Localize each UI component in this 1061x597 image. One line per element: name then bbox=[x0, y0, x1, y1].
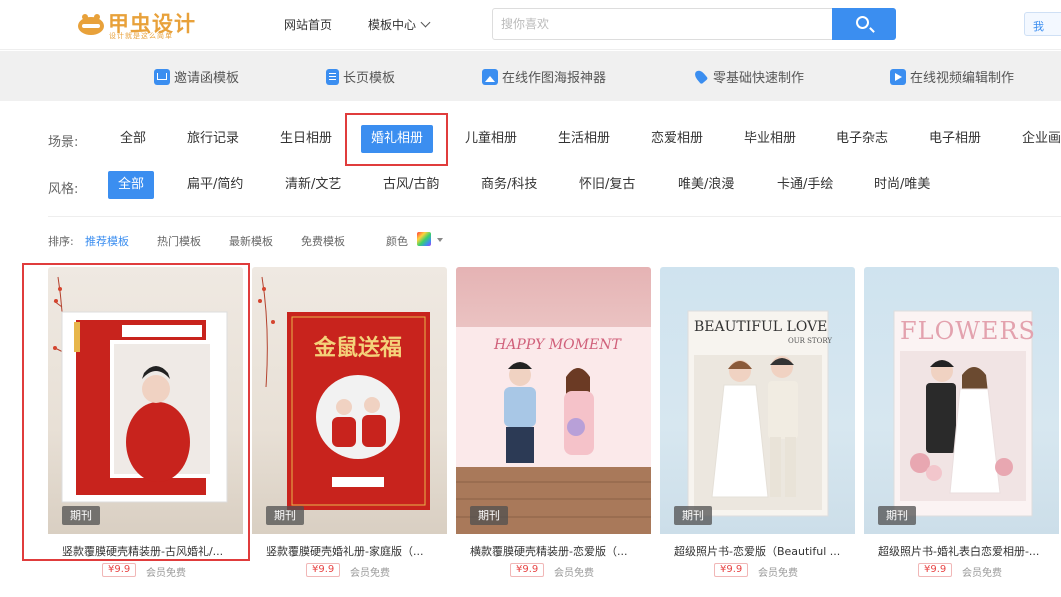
caret-down-icon[interactable] bbox=[437, 238, 443, 242]
scene-option[interactable]: 旅行记录 bbox=[177, 125, 249, 153]
search-box bbox=[492, 8, 896, 40]
style-filter-label: 风格: bbox=[48, 182, 79, 197]
scene-option[interactable]: 生日相册 bbox=[270, 125, 342, 153]
band-item-longpage[interactable]: 长页模板 bbox=[326, 67, 395, 86]
card-thumbnail[interactable]: BEAUTIFUL LOVE OUR STORY 期刊 bbox=[660, 267, 855, 534]
color-filter-label: 颜色 bbox=[386, 235, 408, 248]
thumbnail-title: BEAUTIFUL LOVE bbox=[694, 319, 828, 335]
color-picker-swatch[interactable] bbox=[417, 232, 431, 246]
card-thumbnail[interactable]: FLOWERS 期刊 bbox=[864, 267, 1059, 534]
thumbnail-art bbox=[258, 276, 430, 510]
search-icon bbox=[856, 16, 869, 29]
card-title[interactable]: 竖款覆膜硬壳婚礼册-家庭版（... bbox=[266, 543, 438, 559]
card-tag: 期刊 bbox=[878, 506, 916, 525]
scene-filter-label: 场景: bbox=[48, 135, 79, 150]
band-item-invitation[interactable]: 邀请函模板 bbox=[154, 67, 239, 86]
card-thumbnail[interactable]: 金鼠送福 期刊 bbox=[252, 267, 447, 534]
template-card[interactable]: FLOWERS 期刊 超级照片书-婚礼表白恋爱相册-... ¥9.9 会员免费 bbox=[864, 267, 1059, 597]
template-card[interactable]: 金鼠送福 期刊 竖款覆膜硬壳婚礼册-家庭版（... ¥9.9 会员免费 bbox=[252, 267, 447, 597]
band-item-quick[interactable]: 零基础快速制作 bbox=[693, 67, 804, 86]
scene-option[interactable]: 儿童相册 bbox=[455, 125, 527, 153]
style-option[interactable]: 卡通/手绘 bbox=[767, 171, 843, 199]
video-icon bbox=[890, 68, 906, 85]
thumbnail-title: 金鼠送福 bbox=[314, 335, 403, 361]
style-option[interactable]: 扁平/简约 bbox=[177, 171, 253, 199]
card-price: ¥9.9 bbox=[306, 563, 341, 577]
band-item-label: 在线视频编辑制作 bbox=[910, 71, 1015, 86]
rocket-icon bbox=[693, 69, 709, 85]
beetle-logo-icon bbox=[78, 14, 104, 35]
style-option[interactable]: 唯美/浪漫 bbox=[668, 171, 744, 199]
search-input[interactable] bbox=[501, 9, 831, 39]
card-member-note: 会员免费 bbox=[962, 568, 1002, 579]
band-item-label: 长页模板 bbox=[343, 71, 396, 86]
card-highlight-box bbox=[22, 263, 250, 561]
sort-option-selected[interactable]: 推荐模板 bbox=[85, 233, 129, 249]
sort-option[interactable]: 免费模板 bbox=[301, 233, 345, 249]
thumbnail-title: HAPPY MOMENT bbox=[494, 337, 621, 353]
thumbnail-art bbox=[893, 310, 1033, 517]
scene-option[interactable]: 企业画 bbox=[1012, 125, 1061, 153]
scene-option[interactable]: 电子杂志 bbox=[826, 125, 898, 153]
card-price: ¥9.9 bbox=[510, 563, 545, 577]
selection-highlight-box bbox=[345, 113, 448, 166]
band-item-poster[interactable]: 在线作图海报神器 bbox=[482, 67, 606, 86]
scene-option[interactable]: 毕业相册 bbox=[734, 125, 806, 153]
card-price: ¥9.9 bbox=[102, 563, 137, 577]
thumbnail-subtitle: OUR STORY bbox=[788, 337, 833, 345]
card-tag: 期刊 bbox=[674, 506, 712, 525]
nav-templates-label: 模板中心 bbox=[368, 18, 417, 32]
scene-option[interactable]: 恋爱相册 bbox=[641, 125, 713, 153]
card-thumbnail[interactable]: HAPPY MOMENT 期刊 bbox=[456, 267, 651, 534]
card-tag: 期刊 bbox=[470, 506, 508, 525]
scene-option[interactable]: 电子相册 bbox=[919, 125, 991, 153]
card-price: ¥9.9 bbox=[714, 563, 749, 577]
card-member-note: 会员免费 bbox=[146, 568, 186, 579]
scene-option[interactable]: 生活相册 bbox=[548, 125, 620, 153]
feature-band: 邀请函模板 长页模板 在线作图海报神器 零基础快速制作 在线视频编辑制作 bbox=[0, 51, 1061, 101]
sort-label: 排序: bbox=[48, 235, 74, 248]
card-title[interactable]: 超级照片书-恋爱版（Beautiful ... bbox=[674, 543, 846, 559]
card-price: ¥9.9 bbox=[918, 563, 953, 577]
chevron-down-icon bbox=[420, 17, 431, 28]
card-member-note: 会员免费 bbox=[758, 568, 798, 579]
card-title[interactable]: 横款覆膜硬壳精装册-恋爱版（... bbox=[470, 543, 642, 559]
user-button-label: 我 bbox=[1033, 20, 1044, 33]
style-option[interactable]: 古风/古韵 bbox=[373, 171, 449, 199]
sort-option[interactable]: 热门模板 bbox=[157, 233, 201, 249]
style-option-selected[interactable]: 全部 bbox=[108, 171, 155, 199]
style-option[interactable]: 时尚/唯美 bbox=[864, 171, 940, 199]
card-tag: 期刊 bbox=[266, 506, 304, 525]
style-option[interactable]: 商务/科技 bbox=[471, 171, 547, 199]
card-member-note: 会员免费 bbox=[350, 568, 390, 579]
thumbnail-title: FLOWERS bbox=[900, 317, 1036, 345]
sort-option[interactable]: 最新模板 bbox=[229, 233, 273, 249]
thumbnail-art bbox=[456, 327, 651, 534]
user-button[interactable]: 我 bbox=[1024, 12, 1061, 36]
nav-home-link[interactable]: 网站首页 bbox=[284, 16, 332, 33]
band-item-video[interactable]: 在线视频编辑制作 bbox=[890, 67, 1014, 86]
style-option[interactable]: 怀旧/复古 bbox=[569, 171, 645, 199]
envelope-icon bbox=[154, 68, 170, 85]
band-item-label: 零基础快速制作 bbox=[713, 71, 805, 86]
search-button[interactable] bbox=[832, 8, 896, 40]
logo-slogan: 设计就是这么简单 bbox=[109, 32, 173, 40]
card-title[interactable]: 超级照片书-婚礼表白恋爱相册-... bbox=[878, 543, 1050, 559]
band-item-label: 在线作图海报神器 bbox=[502, 71, 607, 86]
template-card[interactable]: HAPPY MOMENT 期刊 横款覆膜硬壳精装册-恋爱版（... ¥9.9 会… bbox=[456, 267, 651, 597]
thumbnail-art bbox=[687, 310, 829, 517]
card-member-note: 会员免费 bbox=[554, 568, 594, 579]
top-header: 甲虫设计 设计就是这么简单 网站首页 模板中心 我 bbox=[0, 0, 1061, 50]
image-icon bbox=[482, 68, 498, 85]
style-option[interactable]: 清新/文艺 bbox=[275, 171, 351, 199]
band-item-label: 邀请函模板 bbox=[174, 71, 240, 86]
document-icon bbox=[326, 68, 339, 85]
scene-option[interactable]: 全部 bbox=[110, 125, 156, 153]
template-card[interactable]: BEAUTIFUL LOVE OUR STORY 期刊 超级照片书-恋爱版（Be… bbox=[660, 267, 855, 597]
filter-divider bbox=[48, 216, 1061, 217]
nav-templates-dropdown[interactable]: 模板中心 bbox=[368, 16, 431, 33]
